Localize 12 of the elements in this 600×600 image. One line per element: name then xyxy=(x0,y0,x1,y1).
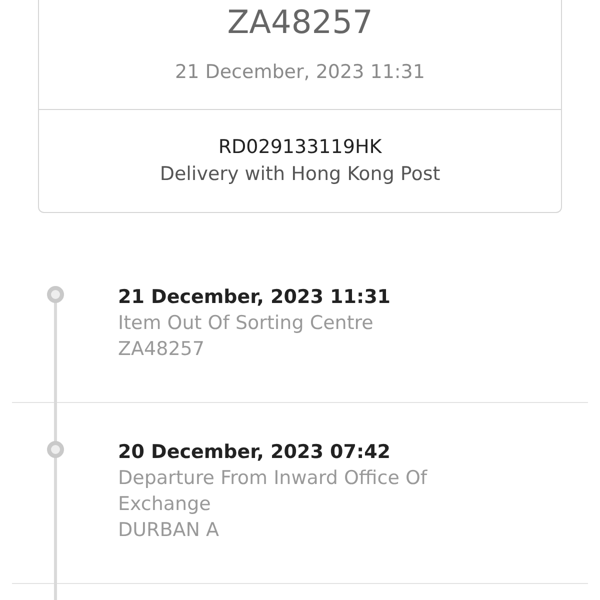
timeline-dot xyxy=(47,286,64,302)
event-status: Departure From Inward Office Of Exchange xyxy=(118,466,428,516)
shipment-number: RD029133119HK xyxy=(217,134,383,160)
event-date: 20 December, 2023 07:42 xyxy=(118,440,392,464)
event-location: ZA48257 xyxy=(118,336,206,362)
event-status: Item Out Of Sorting Centre xyxy=(118,310,374,336)
tracking-code: ZA48257 xyxy=(226,2,374,43)
event-date: 21 December, 2023 11:31 xyxy=(118,284,391,310)
event-location: DURBAN A xyxy=(118,518,220,542)
package-date: 21 December, 2023 11:31 xyxy=(174,60,426,85)
carrier-name: Delivery with Hong Kong Post xyxy=(158,162,442,186)
timeline-dot xyxy=(47,440,64,458)
